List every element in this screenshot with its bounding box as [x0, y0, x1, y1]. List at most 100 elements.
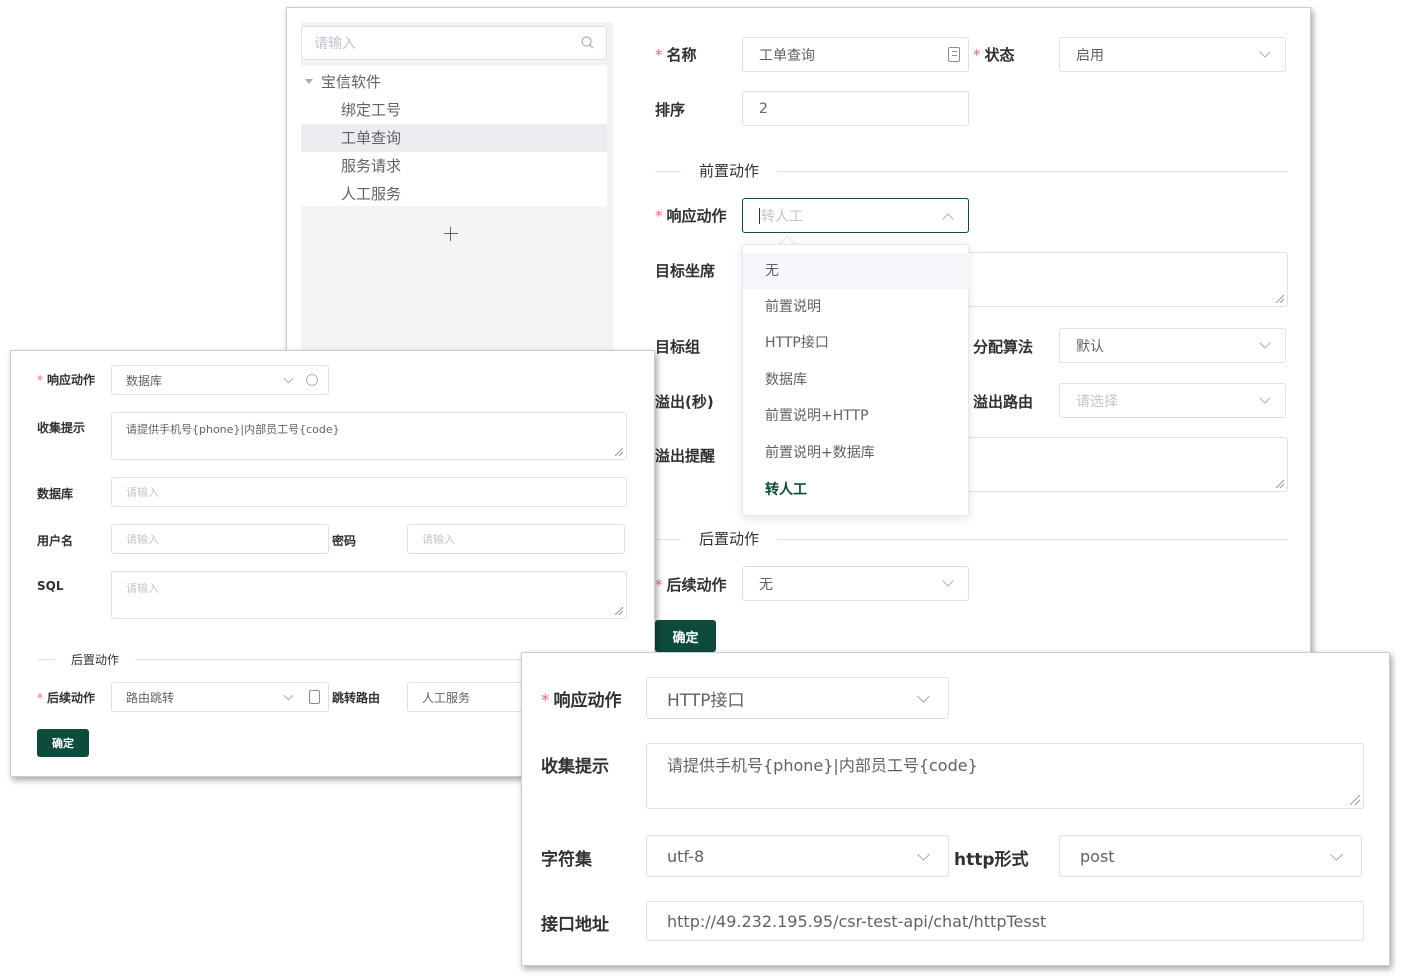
http-charset-label: 字符集 — [541, 850, 592, 870]
dropdown-option-transfer-manual[interactable]: 转人工 — [743, 472, 969, 508]
http-method-value: post — [1080, 846, 1115, 866]
name-input[interactable]: 工单查询 — [742, 37, 969, 72]
http-charset-value: utf-8 — [667, 846, 705, 866]
db-jump-value: 人工服务 — [422, 690, 471, 705]
http-charset-select[interactable]: utf-8 — [646, 835, 949, 877]
tree-item-bind-id[interactable]: 绑定工号 — [301, 96, 607, 124]
tree-root-node[interactable]: 宝信软件 — [301, 68, 607, 96]
chevron-down-icon — [917, 690, 930, 703]
order-label: 排序 — [655, 101, 686, 119]
follow-action-value: 无 — [759, 576, 773, 593]
db-post-action-divider-text: 后置动作 — [55, 651, 136, 668]
response-action-label: * 响应动作 — [655, 207, 727, 225]
tree-item-label: 服务请求 — [341, 157, 402, 175]
db-collect-textarea[interactable]: 请提供手机号{phone}|内部员工号{code} — [111, 412, 627, 460]
db-jump-label: 跳转路由 — [332, 691, 381, 705]
resize-grip-icon[interactable] — [615, 607, 623, 615]
status-select-value: 启用 — [1076, 47, 1104, 64]
overflow-route-select[interactable]: 请选择 — [1059, 383, 1286, 418]
overflow-sec-label: 溢出(秒) — [655, 393, 714, 411]
db-sql-label: SQL — [37, 579, 64, 593]
http-method-label: http形式 — [954, 850, 1029, 870]
chevron-down-icon — [283, 690, 294, 701]
db-response-select[interactable]: 数据库 — [111, 365, 329, 395]
tree-item-label: 工单查询 — [341, 129, 402, 147]
http-url-label: 接口地址 — [541, 915, 609, 935]
http-url-input[interactable]: http://49.232.195.95/csr-test-api/chat/h… — [646, 901, 1364, 941]
http-url-value: http://49.232.195.95/csr-test-api/chat/h… — [667, 911, 1047, 931]
http-method-select[interactable]: post — [1059, 835, 1362, 877]
http-response-label: * 响应动作 — [541, 691, 622, 711]
check-circle-icon — [306, 374, 318, 386]
post-action-divider-text: 后置动作 — [681, 528, 778, 549]
db-database-placeholder: 请输入 — [126, 486, 159, 499]
order-input-value: 2 — [759, 100, 768, 117]
db-username-input[interactable]: 请输入 — [111, 524, 329, 554]
overflow-remind-label: 溢出提醒 — [655, 447, 716, 465]
order-input[interactable]: 2 — [742, 91, 969, 126]
name-label: * 名称 — [655, 46, 697, 64]
tree-item-manual-service[interactable]: 人工服务 — [301, 180, 607, 208]
db-password-placeholder: 请输入 — [422, 533, 455, 546]
confirm-button[interactable]: 确定 — [655, 620, 716, 652]
resize-grip-icon[interactable] — [1276, 480, 1284, 488]
chevron-down-icon — [1330, 848, 1343, 861]
db-sql-textarea[interactable]: 请输入 — [111, 571, 627, 619]
text-cursor — [759, 207, 760, 224]
db-password-input[interactable]: 请输入 — [407, 524, 625, 554]
db-collect-label: 收集提示 — [37, 421, 86, 435]
tree-list: 宝信软件 绑定工号 工单查询 服务请求 人工服务 — [301, 66, 607, 206]
tree-search-input[interactable]: 请输入 — [301, 26, 607, 60]
db-collect-value: 请提供手机号{phone}|内部员工号{code} — [126, 423, 340, 436]
document-icon — [309, 690, 320, 704]
algo-select[interactable]: 默认 — [1059, 328, 1286, 363]
chevron-down-icon — [1259, 46, 1271, 58]
tree-search-placeholder: 请输入 — [314, 36, 356, 52]
tree-item-ticket-query[interactable]: 工单查询 — [301, 124, 607, 152]
name-input-value: 工单查询 — [759, 47, 815, 64]
dropdown-option-database[interactable]: 数据库 — [743, 362, 969, 398]
add-node-button[interactable] — [441, 224, 461, 244]
db-confirm-button[interactable]: 确定 — [37, 729, 89, 757]
tree-item-label: 人工服务 — [341, 185, 402, 203]
target-group-label: 目标组 — [655, 338, 701, 356]
dropdown-option-pre-desc-http[interactable]: 前置说明+HTTP — [743, 398, 969, 434]
db-database-input[interactable]: 请输入 — [111, 477, 627, 507]
chevron-down-icon — [917, 848, 930, 861]
tree-item-label: 绑定工号 — [341, 101, 402, 119]
follow-action-select[interactable]: 无 — [742, 566, 969, 601]
db-username-placeholder: 请输入 — [126, 533, 159, 546]
resize-grip-icon[interactable] — [1350, 795, 1360, 805]
http-collect-value: 请提供手机号{phone}|内部员工号{code} — [667, 756, 978, 775]
dropdown-option-none[interactable]: 无 — [743, 253, 969, 289]
http-response-select[interactable]: HTTP接口 — [646, 677, 949, 719]
status-select[interactable]: 启用 — [1059, 37, 1286, 72]
db-response-label: * 响应动作 — [37, 373, 96, 387]
db-sql-placeholder: 请输入 — [126, 582, 159, 595]
resize-grip-icon[interactable] — [1276, 295, 1284, 303]
follow-action-label: * 后续动作 — [655, 576, 727, 594]
db-password-label: 密码 — [332, 534, 357, 548]
plus-icon-v — [450, 227, 452, 241]
id-card-icon[interactable] — [948, 47, 960, 62]
http-config-panel: * 响应动作 HTTP接口 收集提示 请提供手机号{phone}|内部员工号{co… — [521, 652, 1390, 966]
dropdown-option-pre-desc-db[interactable]: 前置说明+数据库 — [743, 435, 969, 471]
db-follow-select[interactable]: 路由跳转 — [111, 682, 329, 712]
algo-select-value: 默认 — [1076, 338, 1104, 355]
response-action-select[interactable]: 转人工 — [742, 198, 969, 233]
chevron-down-icon — [942, 575, 954, 587]
caret-down-icon[interactable] — [305, 79, 313, 84]
chevron-down-icon — [1259, 337, 1271, 349]
chevron-down-icon — [1259, 392, 1271, 404]
search-icon[interactable] — [581, 36, 594, 49]
tree-item-service-request[interactable]: 服务请求 — [301, 152, 607, 180]
overflow-route-label: 溢出路由 — [973, 393, 1034, 411]
pre-action-divider-text: 前置动作 — [681, 160, 778, 181]
http-collect-textarea[interactable]: 请提供手机号{phone}|内部员工号{code} — [646, 743, 1364, 809]
chevron-down-icon — [283, 373, 294, 384]
dropdown-option-http[interactable]: HTTP接口 — [743, 325, 969, 361]
algo-label: 分配算法 — [973, 338, 1034, 356]
resize-grip-icon[interactable] — [615, 448, 623, 456]
tree-root-label: 宝信软件 — [321, 73, 382, 91]
dropdown-option-pre-desc[interactable]: 前置说明 — [743, 289, 969, 325]
